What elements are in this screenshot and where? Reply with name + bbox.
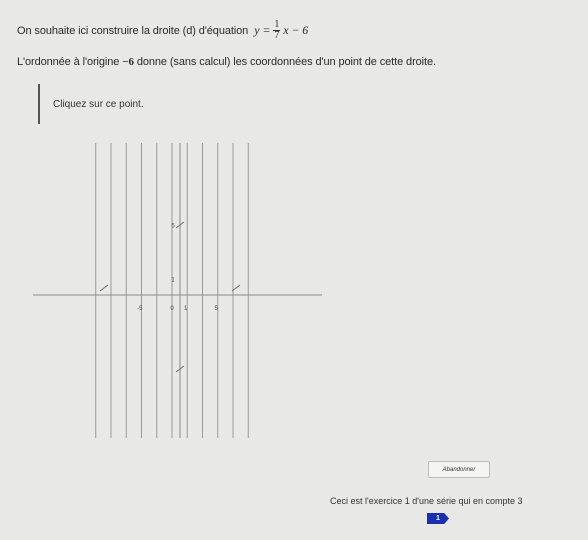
y-tick-label: 5	[171, 224, 175, 230]
exercise-note: Ceci est l'exercice 1 d'une série qui en…	[330, 496, 523, 506]
x-tick-label: -5	[137, 306, 143, 312]
x-tick-label: 0	[170, 306, 174, 312]
graph-canvas[interactable]: -5 0 1 551	[0, 0, 588, 540]
abandon-button[interactable]: Abandonner	[428, 461, 490, 478]
x-tick-mark	[99, 284, 109, 292]
y-tick-label: 1	[171, 278, 175, 284]
